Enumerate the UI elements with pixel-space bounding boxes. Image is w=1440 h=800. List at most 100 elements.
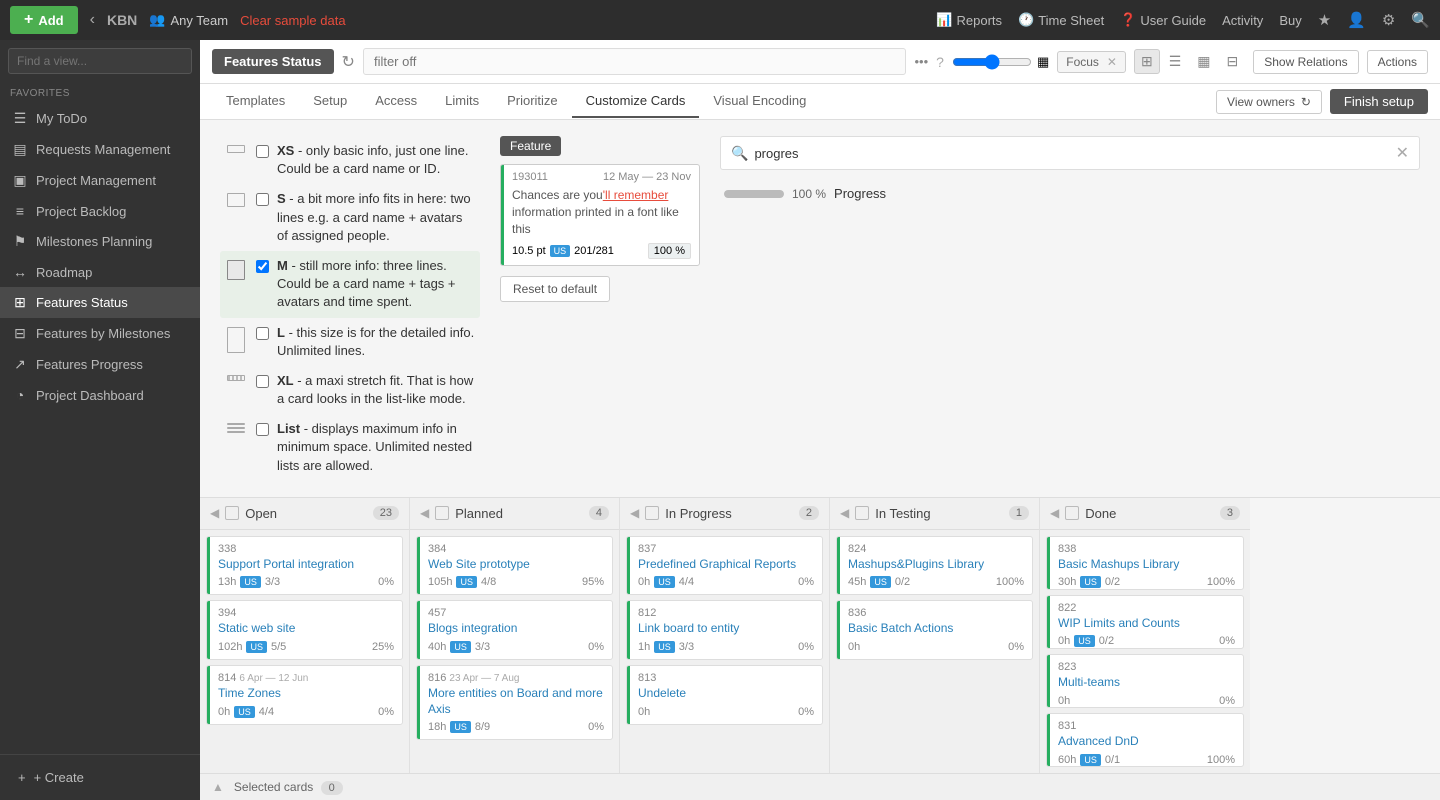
filter-options-button[interactable]: ••• [914,54,928,69]
size-icon-m [227,260,245,280]
sidebar-backlog-label: Project Backlog [36,204,126,219]
sidebar-item-requests-management[interactable]: ▤ Requests Management [0,134,200,165]
search-button[interactable]: 🔍 [1411,11,1430,29]
board-view-button[interactable]: ⊞ [1134,49,1160,74]
table-row[interactable]: 384 Web Site prototype 105h US 4/8 95% [416,536,613,596]
sidebar-item-roadmap[interactable]: ↔ Roadmap [0,257,200,287]
bottom-bar: ▲ Selected cards 0 [200,773,1440,800]
tab-limits[interactable]: Limits [431,85,493,118]
clear-sample-data-link[interactable]: Clear sample data [240,13,346,28]
table-row[interactable]: 822 WIP Limits and Counts 0h US 0/2 0% [1046,595,1244,649]
activity-link[interactable]: Activity [1222,13,1263,28]
table-view-button[interactable]: ▦ [1190,49,1217,74]
sidebar-features-status-icon: ⊞ [12,294,28,311]
sidebar-item-features-progress[interactable]: ↗ Features Progress [0,349,200,380]
sidebar-item-project-backlog[interactable]: ≡ Project Backlog [0,196,200,226]
userguide-link[interactable]: ❓ User Guide [1120,12,1206,28]
reset-to-default-button[interactable]: Reset to default [500,276,610,302]
gantt-view-button[interactable]: ⊟ [1220,49,1246,74]
table-row[interactable]: 836 Basic Batch Actions 0h 0% [836,600,1033,660]
team-selector[interactable]: 👥 Any Team [149,12,228,28]
table-row[interactable]: 457 Blogs integration 40h US 3/3 0% [416,600,613,660]
table-row[interactable]: 823 Multi-teams 0h 0% [1046,654,1244,708]
preview-card-inner: 193011 12 May — 23 Nov Chances are you'l… [501,165,699,265]
focus-close-icon[interactable]: ✕ [1107,55,1117,69]
tab-templates[interactable]: Templates [212,85,299,118]
buy-link[interactable]: Buy [1279,13,1301,28]
tab-setup[interactable]: Setup [299,85,361,118]
board-area: ◀ Open 23 338 Support Portal integration… [200,498,1440,773]
help-button[interactable]: ? [936,54,944,70]
table-row[interactable]: 812 Link board to entity 1h US 3/3 0% [626,600,823,660]
sidebar-item-features-status[interactable]: ⊞ Features Status [0,287,200,318]
col-cards-open: 338 Support Portal integration 13h US 3/… [200,530,409,773]
fields-search-input[interactable] [754,146,1389,161]
table-row[interactable]: 394 Static web site 102h US 5/5 25% [206,600,403,660]
sidebar-item-milestones-planning[interactable]: ⚑ Milestones Planning [0,226,200,257]
preview-card-dates: 12 May — 23 Nov [603,171,691,183]
table-row[interactable]: 814 6 Apr — 12 Jun Time Zones 0h US 4/4 … [206,665,403,725]
col-collapse-in-progress[interactable]: ◀ [630,506,639,520]
actions-button[interactable]: Actions [1367,50,1428,74]
size-item-xl: XL - a maxi stretch fit. That is how a c… [220,366,480,414]
list-view-button[interactable]: ☰ [1162,49,1189,74]
sidebar-item-my-todo[interactable]: ☰ My ToDo [0,103,200,134]
col-checkbox-done[interactable] [1065,506,1079,520]
sidebar-item-my-todo-label: My ToDo [36,111,87,126]
size-s-label: S - a bit more info fits in here: two li… [277,190,476,245]
table-row[interactable]: 813 Undelete 0h 0% [626,665,823,725]
size-xl-checkbox[interactable] [256,375,269,388]
reports-link[interactable]: 📊 Reports [936,12,1002,28]
col-checkbox-open[interactable] [225,506,239,520]
tab-customize-cards[interactable]: Customize Cards [572,85,700,118]
filter-input[interactable] [363,48,907,75]
size-m-checkbox[interactable] [256,260,269,273]
refresh-button[interactable]: ↻ [342,52,355,72]
create-button[interactable]: + + Create [8,763,192,792]
col-checkbox-planned[interactable] [435,506,449,520]
tab-access[interactable]: Access [361,85,431,118]
sidebar-search-input[interactable] [8,48,192,74]
table-row[interactable]: 831 Advanced DnD 60h US 0/1 100% [1046,713,1244,767]
sidebar-item-project-dashboard[interactable]: ◔ Project Dashboard [0,380,200,410]
tab-prioritize[interactable]: Prioritize [493,85,572,118]
show-relations-button[interactable]: Show Relations [1253,50,1358,74]
col-checkbox-in-testing[interactable] [855,506,869,520]
sidebar-item-project-management[interactable]: ▣ Project Management [0,165,200,196]
table-row[interactable]: 816 23 Apr — 7 Aug More entities on Boar… [416,665,613,740]
sidebar-roadmap-label: Roadmap [36,265,92,280]
col-collapse-planned[interactable]: ◀ [420,506,429,520]
board-col-in-testing: ◀ In Testing 1 824 Mashups&Plugins Libra… [830,498,1040,773]
size-l-checkbox[interactable] [256,327,269,340]
tab-visual-encoding[interactable]: Visual Encoding [699,85,820,118]
size-l-label: L - this size is for the detailed info. … [277,324,476,360]
col-checkbox-in-progress[interactable] [645,506,659,520]
table-row[interactable]: 837 Predefined Graphical Reports 0h US 4… [626,536,823,596]
focus-button[interactable]: Focus ✕ [1057,51,1126,73]
focus-label: Focus [1066,55,1099,69]
sidebar-collapse-button[interactable]: ‹ [90,11,95,29]
col-collapse-open[interactable]: ◀ [210,506,219,520]
star-button[interactable]: ★ [1318,11,1331,29]
col-collapse-in-testing[interactable]: ◀ [840,506,849,520]
table-row[interactable]: 338 Support Portal integration 13h US 3/… [206,536,403,596]
board-col-planned: ◀ Planned 4 384 Web Site prototype 105h [410,498,620,773]
grid-icon: ▦ [1037,54,1049,70]
zoom-slider[interactable] [952,54,1032,70]
add-button[interactable]: Add [10,6,78,34]
size-xs-checkbox[interactable] [256,145,269,158]
search-clear-button[interactable]: ✕ [1396,143,1409,163]
timesheet-link[interactable]: 🕐 Time Sheet [1018,12,1104,28]
preview-card-header: 193011 12 May — 23 Nov [512,171,691,183]
size-s-checkbox[interactable] [256,193,269,206]
table-row[interactable]: 824 Mashups&Plugins Library 45h US 0/2 1… [836,536,1033,596]
table-row[interactable]: 838 Basic Mashups Library 30h US 0/2 100… [1046,536,1244,590]
size-list-checkbox[interactable] [256,423,269,436]
settings-button[interactable]: ⚙ [1382,11,1395,29]
finish-setup-button[interactable]: Finish setup [1330,89,1428,114]
col-collapse-done[interactable]: ◀ [1050,506,1059,520]
view-owners-button[interactable]: View owners ↻ [1216,90,1322,114]
sidebar-item-features-by-milestones[interactable]: ⊟ Features by Milestones [0,318,200,349]
avatar-button[interactable]: 👤 [1347,11,1366,29]
sidebar-features-progress-icon: ↗ [12,356,28,373]
